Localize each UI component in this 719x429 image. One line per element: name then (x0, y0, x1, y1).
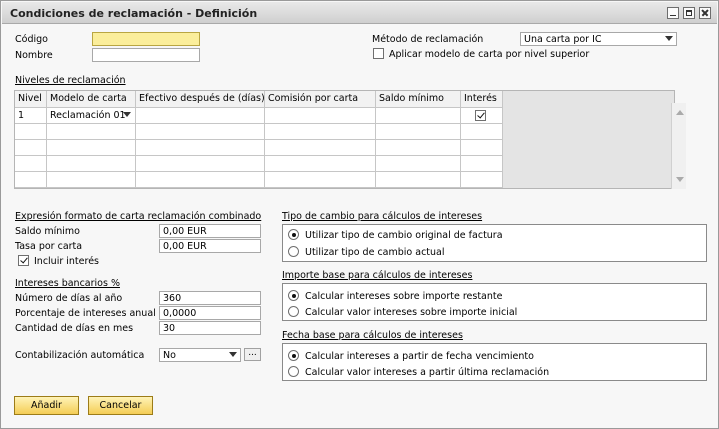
table-cell[interactable] (265, 108, 376, 124)
ultima-reclamacion-radio[interactable] (288, 366, 299, 377)
levels-table: Nivel Modelo de carta Efectivo después d… (14, 90, 686, 189)
cantidad-dias-input[interactable]: 30 (159, 321, 261, 335)
table-cell[interactable] (376, 108, 461, 124)
tipo-cambio-actual-radio[interactable] (288, 246, 299, 257)
table-cell[interactable] (136, 108, 265, 124)
table-scrollbar[interactable] (671, 103, 686, 189)
cantidad-dias-label: Cantidad de días en mes (15, 323, 134, 334)
dunning-terms-window: Condiciones de reclamación - Definición … (0, 0, 719, 429)
expresion-section-title: Expresión formato de carta reclamación c… (15, 211, 262, 222)
importe-inicial-radio[interactable] (288, 306, 299, 317)
more-options-button[interactable]: ... (244, 348, 261, 361)
table-cell[interactable] (136, 140, 265, 156)
tasa-input[interactable]: 0,00 EUR (159, 239, 261, 253)
porcentaje-label: Porcentaje de intereses anual (15, 308, 156, 319)
saldo-minimo-label: Saldo mínimo (15, 226, 80, 237)
chevron-down-icon[interactable] (123, 112, 131, 117)
table-cell[interactable] (15, 156, 47, 172)
incluir-interes-checkbox[interactable] (18, 255, 29, 266)
tipo-cambio-actual-label: Utilizar tipo de cambio actual (305, 247, 445, 258)
metodo-select[interactable]: Una carta por IC (520, 32, 677, 46)
cancel-button[interactable]: Cancelar (88, 396, 153, 415)
contabilizacion-value: No (163, 350, 176, 361)
table-cell[interactable] (136, 172, 265, 188)
column-header[interactable]: Efectivo después de (días) (136, 91, 265, 108)
table-cell[interactable] (461, 124, 503, 140)
tipo-cambio-original-radio[interactable] (288, 229, 299, 240)
table-cell[interactable] (265, 172, 376, 188)
saldo-minimo-input[interactable]: 0,00 EUR (159, 224, 261, 238)
nombre-input[interactable] (92, 48, 200, 62)
table-cell[interactable] (461, 172, 503, 188)
table-cell[interactable] (265, 124, 376, 140)
column-header[interactable]: Comisión por carta (265, 91, 376, 108)
niveles-section-title: Niveles de reclamación (15, 75, 126, 86)
column-header[interactable]: Saldo mínimo (376, 91, 461, 108)
intereses-section-title: Intereses bancarios % (15, 278, 120, 289)
porcentaje-input[interactable]: 0,0000 (159, 306, 261, 320)
column-header[interactable]: Nivel (15, 91, 47, 108)
contabilizacion-label: Contabilización automática (15, 350, 145, 361)
nombre-label: Nombre (15, 50, 53, 61)
dias-anio-label: Número de días al año (15, 293, 123, 304)
tipo-cambio-section-title: Tipo de cambio para cálculos de interese… (282, 211, 483, 222)
aplicar-checkbox[interactable] (373, 48, 384, 59)
close-icon[interactable] (699, 7, 711, 19)
table-cell[interactable]: 1 (15, 108, 47, 124)
ultima-reclamacion-label: Calcular valor intereses a partir última… (305, 367, 550, 378)
importe-restante-label: Calcular intereses sobre importe restant… (305, 291, 503, 302)
chevron-down-icon (229, 352, 237, 357)
interes-checkbox[interactable] (475, 110, 486, 121)
importe-base-group: Calcular intereses sobre importe restant… (282, 283, 707, 321)
add-button[interactable]: Añadir (14, 396, 79, 415)
minimize-icon[interactable] (667, 7, 679, 19)
column-header[interactable]: Interés (461, 91, 503, 108)
incluir-interes-label: Incluir interés (34, 256, 99, 267)
scroll-down-icon[interactable] (676, 177, 684, 182)
chevron-down-icon (665, 36, 673, 41)
table-cell[interactable] (461, 140, 503, 156)
fecha-vencimiento-label: Calcular intereses a partir de fecha ven… (305, 351, 534, 362)
window-title: Condiciones de reclamación - Definición (10, 7, 258, 20)
table-cell[interactable] (15, 124, 47, 140)
scroll-up-icon[interactable] (676, 110, 684, 115)
table-cell[interactable] (461, 108, 503, 124)
importe-base-section-title: Importe base para cálculos de intereses (282, 270, 473, 281)
table-cell[interactable] (376, 124, 461, 140)
table-cell[interactable] (15, 140, 47, 156)
table-cell[interactable] (376, 172, 461, 188)
tipo-cambio-group: Utilizar tipo de cambio original de fact… (282, 224, 707, 262)
table-cell[interactable] (47, 140, 136, 156)
codigo-input[interactable] (92, 32, 200, 46)
table-cell[interactable] (136, 124, 265, 140)
table-cell[interactable] (136, 156, 265, 172)
importe-restante-radio[interactable] (288, 290, 299, 301)
table-cell[interactable] (265, 156, 376, 172)
table-cell[interactable]: Reclamación 01 (47, 108, 136, 124)
dias-anio-input[interactable]: 360 (159, 291, 261, 305)
table-cell[interactable] (376, 156, 461, 172)
modelo-value: Reclamación 01 (50, 110, 126, 121)
aplicar-label: Aplicar modelo de carta por nivel superi… (389, 49, 590, 60)
table-cell[interactable] (15, 172, 47, 188)
column-header[interactable]: Modelo de carta (47, 91, 136, 108)
title-bar[interactable]: Condiciones de reclamación - Definición (2, 2, 717, 24)
table-cell[interactable] (376, 140, 461, 156)
fecha-base-group: Calcular intereses a partir de fecha ven… (282, 343, 707, 381)
contabilizacion-select[interactable]: No (159, 348, 241, 362)
codigo-label: Código (15, 34, 48, 45)
importe-inicial-label: Calcular valor intereses sobre importe i… (305, 307, 518, 318)
fecha-base-section-title: Fecha base para cálculos de intereses (282, 330, 463, 341)
metodo-value: Una carta por IC (524, 34, 602, 45)
table-cell[interactable] (47, 156, 136, 172)
tasa-label: Tasa por carta (15, 241, 83, 252)
tipo-cambio-original-label: Utilizar tipo de cambio original de fact… (305, 230, 503, 241)
table-cell[interactable] (47, 124, 136, 140)
maximize-icon[interactable] (683, 7, 695, 19)
table-cell[interactable] (461, 156, 503, 172)
metodo-label: Método de reclamación (372, 34, 484, 45)
table-cell[interactable] (265, 140, 376, 156)
table-cell[interactable] (47, 172, 136, 188)
fecha-vencimiento-radio[interactable] (288, 350, 299, 361)
